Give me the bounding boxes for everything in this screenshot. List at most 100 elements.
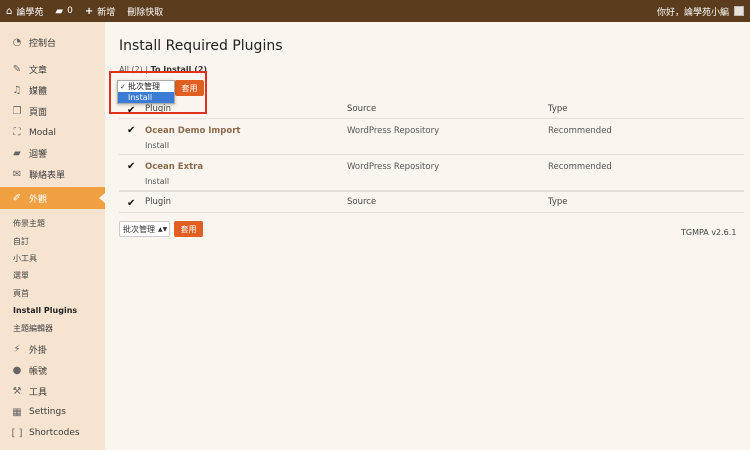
sidebar-item-label: 迴響: [29, 150, 48, 160]
select-arrows-icon: ▲▼: [158, 225, 168, 233]
site-name: 論學苑: [16, 7, 44, 18]
filter-to-install-link[interactable]: To Install (2): [151, 65, 207, 74]
row-checkbox[interactable]: ✔: [127, 161, 135, 172]
sidebar-item-label: 文章: [29, 66, 48, 76]
bulk-option-install[interactable]: Install: [118, 92, 174, 103]
sidebar-item-label: Shortcodes: [29, 428, 80, 439]
settings-icon: ▦: [12, 406, 22, 418]
sidebar-item-label: Settings: [29, 407, 66, 418]
sidebar-item-media[interactable]: ♫ 媒體: [0, 80, 105, 101]
row-checkbox[interactable]: ✔: [127, 125, 135, 136]
column-type-footer: Type: [548, 197, 568, 207]
sidebar-item-pages[interactable]: ❐ 頁面: [0, 101, 105, 122]
home-icon: ⌂: [6, 5, 13, 17]
sidebar-item-posts[interactable]: ✎ 文章: [0, 59, 105, 80]
media-icon: ♫: [12, 85, 22, 96]
plugin-type: Recommended: [548, 162, 612, 172]
clear-cache-label: 刪除快取: [127, 7, 164, 18]
submenu-item-header[interactable]: 頁首: [0, 285, 105, 302]
sidebar-item-label: 外觀: [29, 194, 48, 205]
column-type: Type: [548, 104, 568, 114]
apply-button-top[interactable]: 套用: [175, 80, 204, 96]
plug-icon: ⚡: [13, 343, 21, 355]
dashboard-icon: ◔: [12, 37, 22, 48]
sidebar-item-users[interactable]: ● 帳號: [0, 360, 105, 381]
select-all-checkbox[interactable]: ✔: [127, 105, 135, 116]
table-header: ✔ Plugin Source Type: [119, 99, 744, 119]
sidebar-item-settings[interactable]: ▦ Settings: [0, 402, 105, 423]
install-action-link[interactable]: Install: [145, 141, 240, 150]
admin-sidebar: ◔ 控制台 ✎ 文章 ♫ 媒體 ❐ 頁面 ⛶ Modal ▰ 迴響 ✉ 聯絡表單…: [0, 22, 105, 450]
filter-links: All (2) | To Install (2): [119, 65, 207, 74]
submenu-item-themes[interactable]: 佈景主題: [0, 215, 105, 232]
pin-icon: ✎: [12, 64, 22, 75]
column-plugin-footer[interactable]: Plugin: [145, 197, 171, 207]
avatar: [734, 6, 744, 16]
sidebar-item-modal[interactable]: ⛶ Modal: [0, 122, 105, 143]
bulk-action-dropdown[interactable]: ✓ 批次管理 Install: [117, 80, 175, 104]
submenu-item-menus[interactable]: 選單: [0, 267, 105, 284]
submenu-item-customize[interactable]: 自訂: [0, 232, 105, 249]
modal-icon: ⛶: [13, 127, 21, 138]
bulk-action-select-bottom[interactable]: 批次管理 ▲▼: [119, 221, 170, 237]
checkmark-icon: ✓: [120, 82, 126, 91]
table-row: ✔ Ocean Demo Import Install WordPress Re…: [119, 119, 744, 155]
plugin-name-link[interactable]: Ocean Extra: [145, 162, 203, 172]
account-menu[interactable]: 你好，論學苑小編: [651, 0, 750, 22]
table-row: ✔ Ocean Extra Install WordPress Reposito…: [119, 155, 744, 191]
comments-link[interactable]: ▰ 0: [49, 0, 78, 22]
new-label: 新增: [97, 7, 116, 18]
greeting: 你好，論學苑小編: [656, 7, 729, 18]
plugin-name-link[interactable]: Ocean Demo Import: [145, 126, 240, 136]
column-source-footer: Source: [347, 197, 377, 207]
page-title: Install Required Plugins: [119, 38, 283, 54]
wrench-icon: ⚒: [12, 385, 22, 397]
sidebar-item-plugins[interactable]: ⚡ 外掛: [0, 339, 105, 360]
submenu-item-theme-editor[interactable]: 主題編輯器: [0, 319, 105, 336]
plugin-source: WordPress Repository: [347, 126, 440, 136]
column-plugin[interactable]: Plugin: [145, 104, 171, 114]
sidebar-item-label: Modal: [29, 127, 56, 138]
plus-icon: +: [84, 5, 94, 17]
sidebar-item-label: 帳號: [29, 366, 48, 377]
site-home-link[interactable]: ⌂ 論學苑: [0, 0, 49, 22]
filter-separator: |: [145, 65, 149, 74]
submenu-item-install-plugins[interactable]: Install Plugins: [0, 302, 105, 319]
sidebar-item-label: 媒體: [29, 87, 48, 97]
sidebar-item-label: 外掛: [29, 345, 48, 356]
user-icon: ●: [12, 364, 22, 376]
apply-button-bottom[interactable]: 套用: [174, 221, 203, 237]
appearance-submenu: 佈景主題 自訂 小工具 選單 頁首 Install Plugins 主題編輯器: [0, 211, 105, 339]
sidebar-item-label: 聯絡表單: [29, 171, 66, 181]
sidebar-item-appearance[interactable]: ✐ 外觀: [0, 187, 105, 209]
select-all-checkbox-footer[interactable]: ✔: [127, 198, 135, 209]
clear-cache-link[interactable]: 刪除快取: [121, 0, 169, 22]
tgmpa-version: TGMPA v2.6.1: [681, 228, 737, 237]
sidebar-item-contact-form[interactable]: ✉ 聯絡表單: [0, 164, 105, 185]
column-source: Source: [347, 104, 377, 114]
shortcode-icon: [ ]: [11, 427, 23, 439]
comment-icon: ▰: [13, 148, 21, 159]
bulk-select-value: 批次管理: [123, 224, 155, 234]
table-footer: ✔ Plugin Source Type: [119, 191, 744, 213]
plugin-source: WordPress Repository: [347, 162, 440, 172]
comment-bubble-icon: ▰: [55, 5, 64, 17]
submenu-item-widgets[interactable]: 小工具: [0, 250, 105, 267]
brush-icon: ✐: [12, 192, 22, 204]
sidebar-item-label: 控制台: [29, 39, 57, 49]
sidebar-item-shortcodes[interactable]: [ ] Shortcodes: [0, 423, 105, 444]
sidebar-item-dashboard[interactable]: ◔ 控制台: [0, 32, 105, 53]
sidebar-item-tools[interactable]: ⚒ 工具: [0, 381, 105, 402]
sidebar-item-comments[interactable]: ▰ 迴響: [0, 143, 105, 164]
plugin-type: Recommended: [548, 126, 612, 136]
sidebar-item-label: 工具: [29, 387, 48, 398]
mail-icon: ✉: [12, 169, 22, 180]
plugins-table: ✔ Plugin Source Type ✔ Ocean Demo Import…: [119, 99, 744, 213]
sidebar-item-label: 頁面: [29, 108, 48, 118]
new-content-link[interactable]: + 新增: [79, 0, 121, 22]
comments-count: 0: [67, 6, 73, 16]
filter-all-link[interactable]: All (2): [119, 65, 143, 74]
bulk-option-manage[interactable]: ✓ 批次管理: [118, 81, 174, 92]
install-action-link[interactable]: Install: [145, 177, 203, 186]
pages-icon: ❐: [12, 106, 22, 117]
